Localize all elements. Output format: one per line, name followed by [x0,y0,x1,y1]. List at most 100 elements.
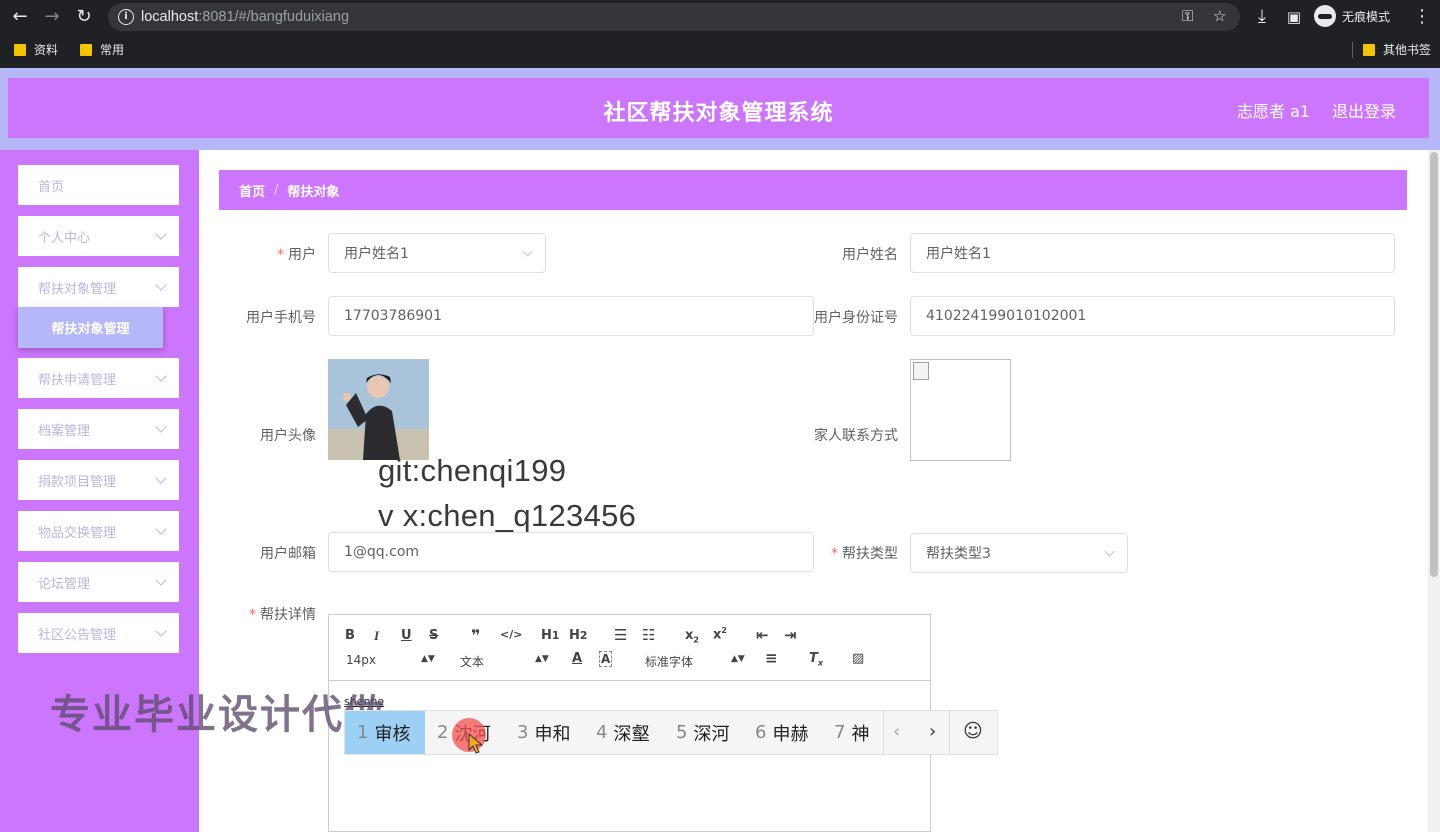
incognito-indicator[interactable]: 无痕模式 [1314,4,1390,28]
menu-kebab-icon[interactable]: ⋮ [1410,5,1434,29]
chevron-left-icon[interactable]: ‹ [893,721,900,742]
idcard-label: 用户身份证号 [814,310,898,326]
download-icon[interactable]: ⤓ [1250,5,1274,29]
background-color-icon[interactable]: A [599,651,613,667]
star-icon[interactable]: ☆ [1213,7,1226,25]
chevron-down-icon [1104,546,1115,557]
aid-type-label: * 帮扶类型 [831,546,898,562]
other-bookmarks[interactable]: 其他书签 [1363,41,1431,58]
app-title: 社区帮扶对象管理系统 [603,101,834,126]
current-user: 志愿者 a1 [1237,102,1311,121]
h1-icon[interactable]: H1 [541,628,559,643]
breadcrumb-home[interactable]: 首页 [239,181,265,200]
sidebar-item-donation[interactable]: 捐款项目管理 [18,460,179,500]
quote-icon[interactable]: ❞ [471,626,480,645]
phone-input[interactable]: 17703786901 [328,296,814,336]
user-select[interactable]: 用户姓名1 [328,233,546,273]
logout-link[interactable]: 退出登录 [1332,98,1396,122]
ime-candidate[interactable]: 4 深壑 [596,711,649,754]
block-type-select[interactable]: 文本 ▲▼ [460,653,549,670]
ime-candidate[interactable]: 5 深河 [676,711,729,754]
sidebar-item-profile[interactable]: 个人中心 [18,216,179,256]
updown-icon: ▲▼ [535,654,549,664]
header-bar: 社区帮扶对象管理系统 志愿者 a1 退出登录 [8,78,1429,138]
back-icon[interactable]: ← [8,5,32,29]
bullet-list-icon[interactable]: ☷ [642,626,655,644]
url-text: localhost:8081/#/bangfuduixiang [141,9,350,25]
mouse-cursor-icon [468,733,484,754]
key-icon[interactable]: ⚿ [1182,7,1193,25]
sidebar-item-aid-application[interactable]: 帮扶申请管理 [18,358,179,398]
broken-image-icon[interactable] [910,359,1011,461]
breadcrumb-current: 帮扶对象 [287,184,340,200]
divider [883,711,884,754]
ime-candidate-bar: 1审核 2沈河 3申和 4深壑 5深河 6申赫 7神 ‹ › ☺ [344,710,998,755]
ime-candidate[interactable]: 6 申赫 [755,711,808,754]
breadcrumb: 首页 / 帮扶对象 [219,170,1407,210]
reload-icon[interactable]: ↻ [72,5,96,29]
promo-watermark: 专业毕业设计代做 [50,692,386,738]
strike-icon[interactable]: S [429,628,438,643]
indent-icon[interactable]: ⇥ [784,626,797,644]
sidebar-item-forum[interactable]: 论坛管理 [18,562,179,602]
updown-icon: ▲▼ [421,654,435,664]
sidebar-item-home[interactable]: 首页 [18,165,179,205]
bold-icon[interactable]: B [345,628,355,643]
email-input[interactable]: 1@qq.com [328,532,814,572]
image-icon[interactable]: ▨ [852,651,864,666]
sidebar-item-archives[interactable]: 档案管理 [18,409,179,449]
sidepanel-icon[interactable]: ▣ [1282,5,1306,29]
sidebar-item-notice[interactable]: 社区公告管理 [18,613,179,653]
aid-type-select[interactable]: 帮扶类型3 [910,533,1128,573]
bookmark-folder-1[interactable]: 资料 [14,41,58,58]
browser-chrome: ← → ↻ i localhost:8081/#/bangfuduixiang … [0,0,1440,68]
font-color-icon[interactable]: A [572,651,582,666]
underline-icon[interactable]: U [401,628,412,643]
site-info-icon[interactable]: i [118,9,134,25]
user-avatar-image[interactable] [328,359,429,460]
chevron-down-icon [155,625,167,637]
subscript-icon[interactable]: x2 [685,628,699,645]
editor-toolbar: B I U S ❞ </> H1 H2 ☰ ☷ x2 x2 ⇤ ⇥ 14px ▲▼… [329,615,930,681]
font-family-select[interactable]: 标准字体 ▲▼ [645,653,745,670]
outdent-icon[interactable]: ⇤ [756,626,769,644]
sidebar-subitem-aid-target[interactable]: 帮扶对象管理 [18,307,163,348]
sidebar-item-exchange[interactable]: 物品交换管理 [18,511,179,551]
vx-watermark: v x:chen_q123456 [378,498,637,533]
align-icon[interactable]: ≡ [765,649,778,667]
incognito-icon [1314,5,1336,27]
italic-icon[interactable]: I [374,628,379,644]
chevron-down-icon [155,523,167,535]
ime-candidate[interactable]: 3 申和 [517,711,570,754]
ime-candidate[interactable]: 7神 [834,711,869,754]
emoji-icon[interactable]: ☺ [963,720,983,742]
scrollbar-thumb[interactable] [1430,152,1438,577]
divider [1352,42,1353,58]
name-label: 用户姓名 [842,247,898,263]
breadcrumb-separator: / [274,182,279,198]
chevron-down-icon [155,279,167,291]
name-input[interactable]: 用户姓名1 [910,233,1395,273]
forward-icon[interactable]: → [40,5,64,29]
detail-label: * 帮扶详情 [249,607,316,623]
chevron-down-icon [155,228,167,240]
h2-icon[interactable]: H2 [569,628,587,643]
ime-candidate[interactable]: 1 审核 [345,711,425,754]
superscript-icon[interactable]: x2 [713,626,727,642]
clear-format-icon[interactable]: Tx [809,651,823,668]
sidebar-item-aid-target[interactable]: 帮扶对象管理 [18,267,179,307]
updown-icon: ▲▼ [731,654,745,664]
ordered-list-icon[interactable]: ☰ [614,626,627,644]
user-label: * 用户 [277,247,316,263]
divider [949,711,950,754]
font-size-select[interactable]: 14px ▲▼ [346,653,435,667]
chevron-down-icon [522,246,533,257]
app-header: 社区帮扶对象管理系统 志愿者 a1 退出登录 [0,68,1440,150]
chevron-right-icon[interactable]: › [929,721,936,742]
bookmark-folder-2[interactable]: 常用 [80,41,124,58]
address-bar[interactable]: i localhost:8081/#/bangfuduixiang ⚿ ☆ [108,3,1240,31]
idcard-input[interactable]: 410224199010102001 [910,296,1395,336]
code-icon[interactable]: </> [500,628,522,641]
bookmarks-bar: 资料 常用 其他书签 [0,36,1440,64]
folder-icon [80,43,92,56]
